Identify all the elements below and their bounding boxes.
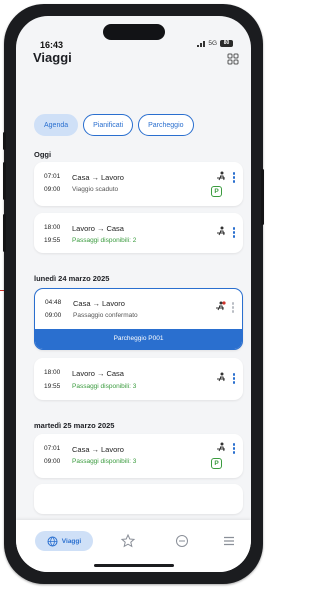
more-options-icon[interactable] [232, 171, 235, 183]
trip-route-row: 18:00 Lavoro → Casa [44, 369, 124, 378]
trip-status-row: 19:55 Passaggi disponibili: 2 [44, 237, 136, 244]
trip-route-row: 18:00 Lavoro → Casa [44, 224, 124, 233]
more-options-icon[interactable] [232, 226, 235, 238]
nav-item-label: Viaggi [61, 537, 82, 545]
trip-actions [215, 372, 235, 384]
section-header: lunedì 24 marzo 2025 [34, 274, 110, 283]
trip-status: Passaggi disponibili: 3 [72, 458, 137, 465]
trip-actions [215, 226, 235, 238]
chat-icon[interactable] [174, 533, 190, 549]
section-header: Oggi [34, 150, 52, 159]
network-label: 5G [208, 40, 217, 47]
status-time: 16:43 [40, 40, 64, 50]
trip-route: Casa → Lavoro [72, 173, 124, 182]
trip-actions [215, 442, 235, 454]
volume-down-button [3, 214, 6, 252]
menu-icon[interactable] [221, 533, 237, 549]
rideshare-icon [216, 372, 225, 382]
grid-icon[interactable] [227, 53, 239, 65]
more-options-icon[interactable] [232, 372, 235, 384]
tab-pianificati[interactable]: Pianificati [83, 114, 134, 136]
departure-time: 07:01 [44, 173, 61, 180]
departure-time: 07:01 [44, 445, 61, 452]
bottom-navigation: Viaggi [16, 520, 251, 572]
rideshare-confirmed-icon [215, 301, 226, 311]
arrival-time: 09:00 [44, 186, 61, 193]
arrival-time: 19:55 [44, 237, 61, 244]
app-screen: 16:43 5G 80 Viaggi Agenda Pianificati Pa… [16, 16, 251, 572]
departure-time: 18:00 [44, 224, 61, 231]
trip-status: Viaggio scaduto [72, 186, 119, 193]
trip-card[interactable]: 07:01 Casa → Lavoro 09:00 Passaggi disponi… [34, 434, 243, 478]
trip-route: Casa → Lavoro [72, 445, 124, 454]
side-button [3, 132, 6, 150]
trip-status: Passaggi disponibili: 2 [72, 237, 137, 244]
trip-actions [215, 171, 235, 183]
trip-route: Lavoro → Casa [72, 224, 124, 233]
power-button [261, 169, 264, 225]
parking-badge-icon: P [211, 186, 222, 197]
trip-card-selected[interactable]: 04:48 Casa → Lavoro 09:00 Passaggio confer… [34, 288, 243, 350]
trip-route-row: 07:01 Casa → Lavoro [44, 445, 124, 454]
status-indicators: 5G 80 [197, 40, 233, 47]
trip-status-row: 09:00 Viaggio scaduto [44, 186, 118, 193]
parking-badge-icon: P [211, 458, 222, 469]
phone-frame: 16:43 5G 80 Viaggi Agenda Pianificati Pa… [3, 4, 264, 584]
trip-status: Passaggi disponibili: 3 [72, 383, 137, 390]
tab-bar: Agenda Pianificati Parcheggio [34, 114, 194, 136]
tab-parcheggio[interactable]: Parcheggio [138, 114, 194, 136]
home-indicator [93, 564, 174, 567]
trip-card-partial[interactable] [34, 484, 243, 514]
arrival-time: 09:00 [45, 312, 62, 319]
departure-time: 04:48 [45, 299, 62, 306]
rideshare-icon [216, 226, 225, 236]
trip-status-row: 19:55 Passaggi disponibili: 3 [44, 383, 136, 390]
trip-actions [214, 301, 234, 313]
more-options-icon[interactable] [231, 301, 234, 313]
departure-time: 18:00 [44, 369, 61, 376]
arrival-time: 19:55 [44, 383, 61, 390]
volume-up-button [3, 162, 6, 200]
nav-item-viaggi[interactable]: Viaggi [35, 531, 93, 551]
trip-status-row: 09:00 Passaggi disponibili: 3 [44, 458, 136, 465]
arrival-time: 09:00 [44, 458, 61, 465]
trip-status: Passaggio confermato [73, 312, 138, 319]
globe-icon [47, 536, 58, 546]
parking-assignment[interactable]: Parcheggio P001 [35, 329, 242, 349]
trip-route: Casa → Lavoro [73, 299, 125, 308]
trip-status-row: 09:00 Passaggio confermato [45, 312, 138, 319]
trip-route-row: 07:01 Casa → Lavoro [44, 173, 124, 182]
rideshare-icon [216, 171, 225, 181]
star-icon[interactable] [120, 533, 136, 549]
battery-icon: 80 [220, 40, 233, 47]
section-header: martedì 25 marzo 2025 [34, 421, 115, 430]
trip-card[interactable]: 07:01 Casa → Lavoro 09:00 Viaggio scaduto … [34, 162, 243, 206]
trip-route: Lavoro → Casa [72, 369, 124, 378]
trip-card[interactable]: 18:00 Lavoro → Casa 19:55 Passaggi disponi… [34, 213, 243, 253]
more-options-icon[interactable] [232, 442, 235, 454]
page-title: Viaggi [33, 50, 72, 65]
signal-icon [197, 40, 206, 47]
trip-card[interactable]: 18:00 Lavoro → Casa 19:55 Passaggi disponi… [34, 358, 243, 400]
rideshare-icon [216, 442, 225, 452]
trip-route-row: 04:48 Casa → Lavoro [45, 299, 125, 308]
tab-agenda[interactable]: Agenda [34, 114, 79, 136]
